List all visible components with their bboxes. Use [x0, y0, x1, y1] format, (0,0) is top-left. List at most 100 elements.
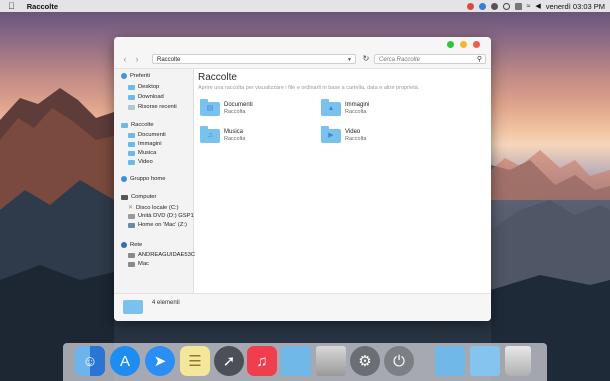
sidebar-group-label: Rete [130, 242, 143, 248]
library-musica[interactable]: ♫ Musica Raccolta [200, 126, 246, 143]
status-blue-icon[interactable] [478, 2, 486, 10]
search-icon[interactable]: ⚲ [477, 55, 482, 65]
chevron-down-icon[interactable]: ▼ [347, 55, 352, 65]
app-store-icon[interactable]: A [110, 346, 140, 376]
navigation-pane: Preferiti Desktop Download Risorse recen… [114, 69, 195, 293]
sidebar-group-label: Preferiti [130, 73, 150, 79]
sidebar-group-libraries[interactable]: Raccolte [121, 122, 154, 128]
sidebar-group-favorites[interactable]: Preferiti [121, 73, 150, 79]
sidebar-item-mac[interactable]: Mac [128, 261, 149, 267]
sidebar-item-desktop[interactable]: Desktop [128, 84, 159, 90]
sidebar-item-recent[interactable]: Risorse recenti [128, 104, 177, 110]
computer-icon [121, 194, 128, 200]
back-arrow-icon[interactable]: ‹ [120, 54, 130, 64]
library-kind: Raccolta [224, 136, 246, 142]
sidebar-item-musica[interactable]: Musica [128, 150, 156, 156]
sidebar-item-label: Unità DVD (D:) GSP1 [138, 213, 194, 219]
library-documenti[interactable]: ▤ Documenti Raccolta [200, 99, 253, 116]
safari-icon[interactable]: ➤ [145, 346, 175, 376]
library-name: Video [345, 129, 361, 135]
app-menu-name[interactable]: Raccolte [27, 2, 58, 11]
menubar-clock[interactable]: venerdì 03:03 PM [546, 2, 605, 11]
folder-icon[interactable] [281, 346, 311, 376]
close-button[interactable] [473, 41, 480, 48]
folder-icon [128, 141, 135, 147]
search-input[interactable]: Cerca Raccolte ⚲ [374, 54, 486, 64]
trash-icon[interactable] [505, 346, 531, 376]
folder-icon [128, 159, 135, 165]
drive-icon[interactable] [316, 346, 346, 376]
library-kind: Raccolta [224, 109, 246, 115]
status-bar: 4 elementi [114, 293, 491, 321]
sidebar-item-immagini[interactable]: Immagini [128, 141, 162, 147]
folder-icon: ▲ [321, 99, 341, 116]
maximize-button[interactable] [447, 41, 454, 48]
search-placeholder: Cerca Raccolte [379, 57, 421, 63]
libraries-icon [121, 122, 128, 128]
minimize-button[interactable] [460, 41, 467, 48]
title-bar[interactable] [114, 37, 491, 51]
sidebar-item-label: ANDREAGUIDAE53C [138, 252, 196, 258]
sidebar-group-computer[interactable]: Computer [121, 194, 156, 200]
computer-icon [128, 261, 135, 267]
document-icon: ▤ [206, 105, 214, 112]
star-icon [121, 73, 127, 79]
apple-menu-icon[interactable]:  [8, 1, 15, 11]
library-name: Immagini [345, 102, 370, 108]
status-ring-icon[interactable] [502, 2, 510, 10]
network-icon [121, 242, 127, 248]
sidebar-item-video[interactable]: Video [128, 159, 153, 165]
library-name: Documenti [224, 102, 253, 108]
sidebar-item-label: Mac [138, 261, 149, 267]
sidebar-item-disk-c[interactable]: ✕ Disco locale (C:) [128, 204, 179, 212]
sidebar-item-label: Immagini [138, 141, 162, 147]
launchpad-icon[interactable]: ➚ [214, 346, 244, 376]
status-circle-icon[interactable] [490, 2, 498, 10]
image-icon: ▲ [327, 105, 335, 112]
folder-icon: ▤ [200, 99, 220, 116]
page-title: Raccolte [198, 72, 237, 83]
recent-places-icon [128, 104, 135, 110]
menu-bar:  Raccolte ≈ ◀ venerdì 03:03 PM [0, 0, 610, 12]
dock: ☺ A ➤ ☰ ➚ ♫ ⚙ ⏻ [63, 343, 547, 381]
sidebar-group-label: Computer [131, 194, 157, 200]
sidebar-item-download[interactable]: Download [128, 94, 164, 100]
dvd-drive-icon [128, 213, 135, 219]
sidebar-item-home-mac[interactable]: Home on 'Mac' (Z:) [128, 222, 187, 228]
wifi-icon[interactable]: ≈ [527, 3, 531, 10]
sidebar-item-label: Download [138, 94, 164, 100]
status-grid-icon[interactable] [514, 2, 522, 10]
library-immagini[interactable]: ▲ Immagini Raccolta [321, 99, 370, 116]
forward-arrow-icon[interactable]: › [132, 54, 142, 64]
volume-icon[interactable]: ◀ [535, 2, 540, 10]
refresh-icon[interactable]: ↻ [361, 54, 371, 64]
folder-icon [128, 132, 135, 138]
toolbar: ‹ › Raccolte ▼ ↻ Cerca Raccolte ⚲ [114, 51, 491, 69]
folder-icon[interactable] [470, 346, 500, 376]
power-icon[interactable]: ⏻ [384, 346, 414, 376]
address-value: Raccolte [157, 57, 181, 63]
sidebar-group-label: Gruppo home [130, 176, 166, 182]
address-bar[interactable]: Raccolte ▼ [152, 54, 356, 64]
library-video[interactable]: ▶ Video Raccolta [321, 126, 366, 143]
sidebar-group-network[interactable]: Rete [121, 242, 142, 248]
notes-icon[interactable]: ☰ [180, 346, 210, 376]
status-red-icon[interactable] [466, 2, 474, 10]
sidebar-group-homegroup[interactable]: Gruppo home [121, 176, 165, 182]
folder-icon [128, 84, 135, 90]
sidebar-item-label: Documenti [138, 132, 166, 138]
sidebar-item-label: Video [138, 159, 153, 165]
finder-icon[interactable]: ☺ [75, 346, 105, 376]
sidebar-item-label: Home on 'Mac' (Z:) [138, 222, 187, 228]
sidebar-item-andreaguida[interactable]: ANDREAGUIDAE53C [128, 252, 195, 258]
window-icon[interactable] [435, 346, 465, 376]
sidebar-item-dvd[interactable]: Unità DVD (D:) GSP1 [128, 213, 194, 219]
sidebar-item-documenti[interactable]: Documenti [128, 132, 166, 138]
folder-icon [123, 300, 143, 314]
explorer-window: ‹ › Raccolte ▼ ↻ Cerca Raccolte ⚲ Prefer… [114, 37, 491, 321]
video-icon: ▶ [328, 132, 334, 139]
settings-icon[interactable]: ⚙ [350, 346, 380, 376]
music-icon[interactable]: ♫ [247, 346, 277, 376]
sidebar-group-label: Raccolte [131, 122, 154, 128]
sidebar-item-label: Risorse recenti [138, 104, 177, 110]
